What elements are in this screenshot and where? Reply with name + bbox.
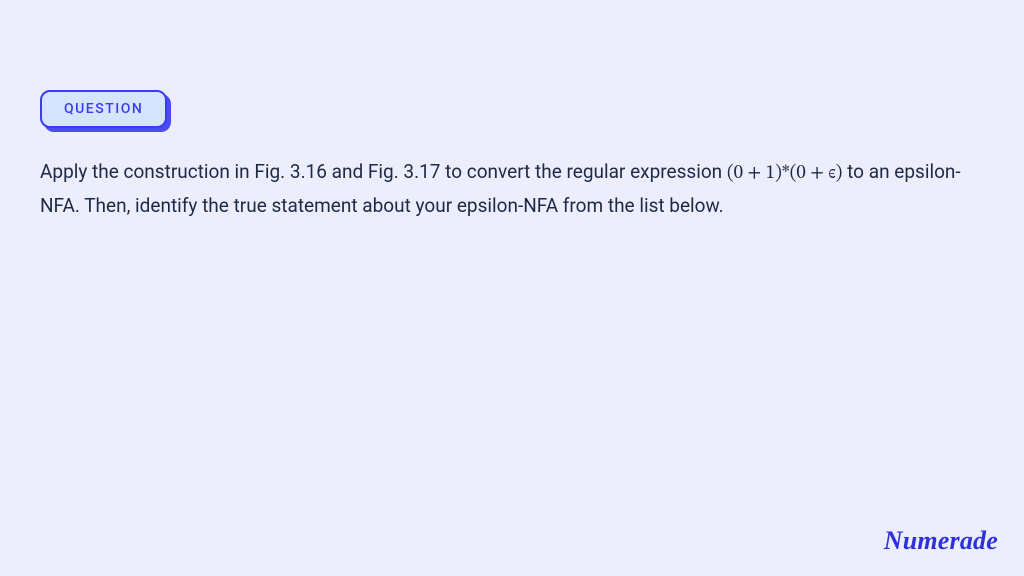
question-part1: Apply the construction in Fig. 3.16 and … [40, 160, 727, 183]
main-content: QUESTION Apply the construction in Fig. … [0, 0, 1024, 223]
question-expression: (0 + 1)*(0 + ϵ) [727, 164, 843, 183]
badge-label: QUESTION [40, 90, 167, 128]
question-badge: QUESTION [40, 90, 167, 128]
question-text: Apply the construction in Fig. 3.16 and … [40, 156, 984, 223]
brand-logo: Numerade [884, 526, 998, 556]
